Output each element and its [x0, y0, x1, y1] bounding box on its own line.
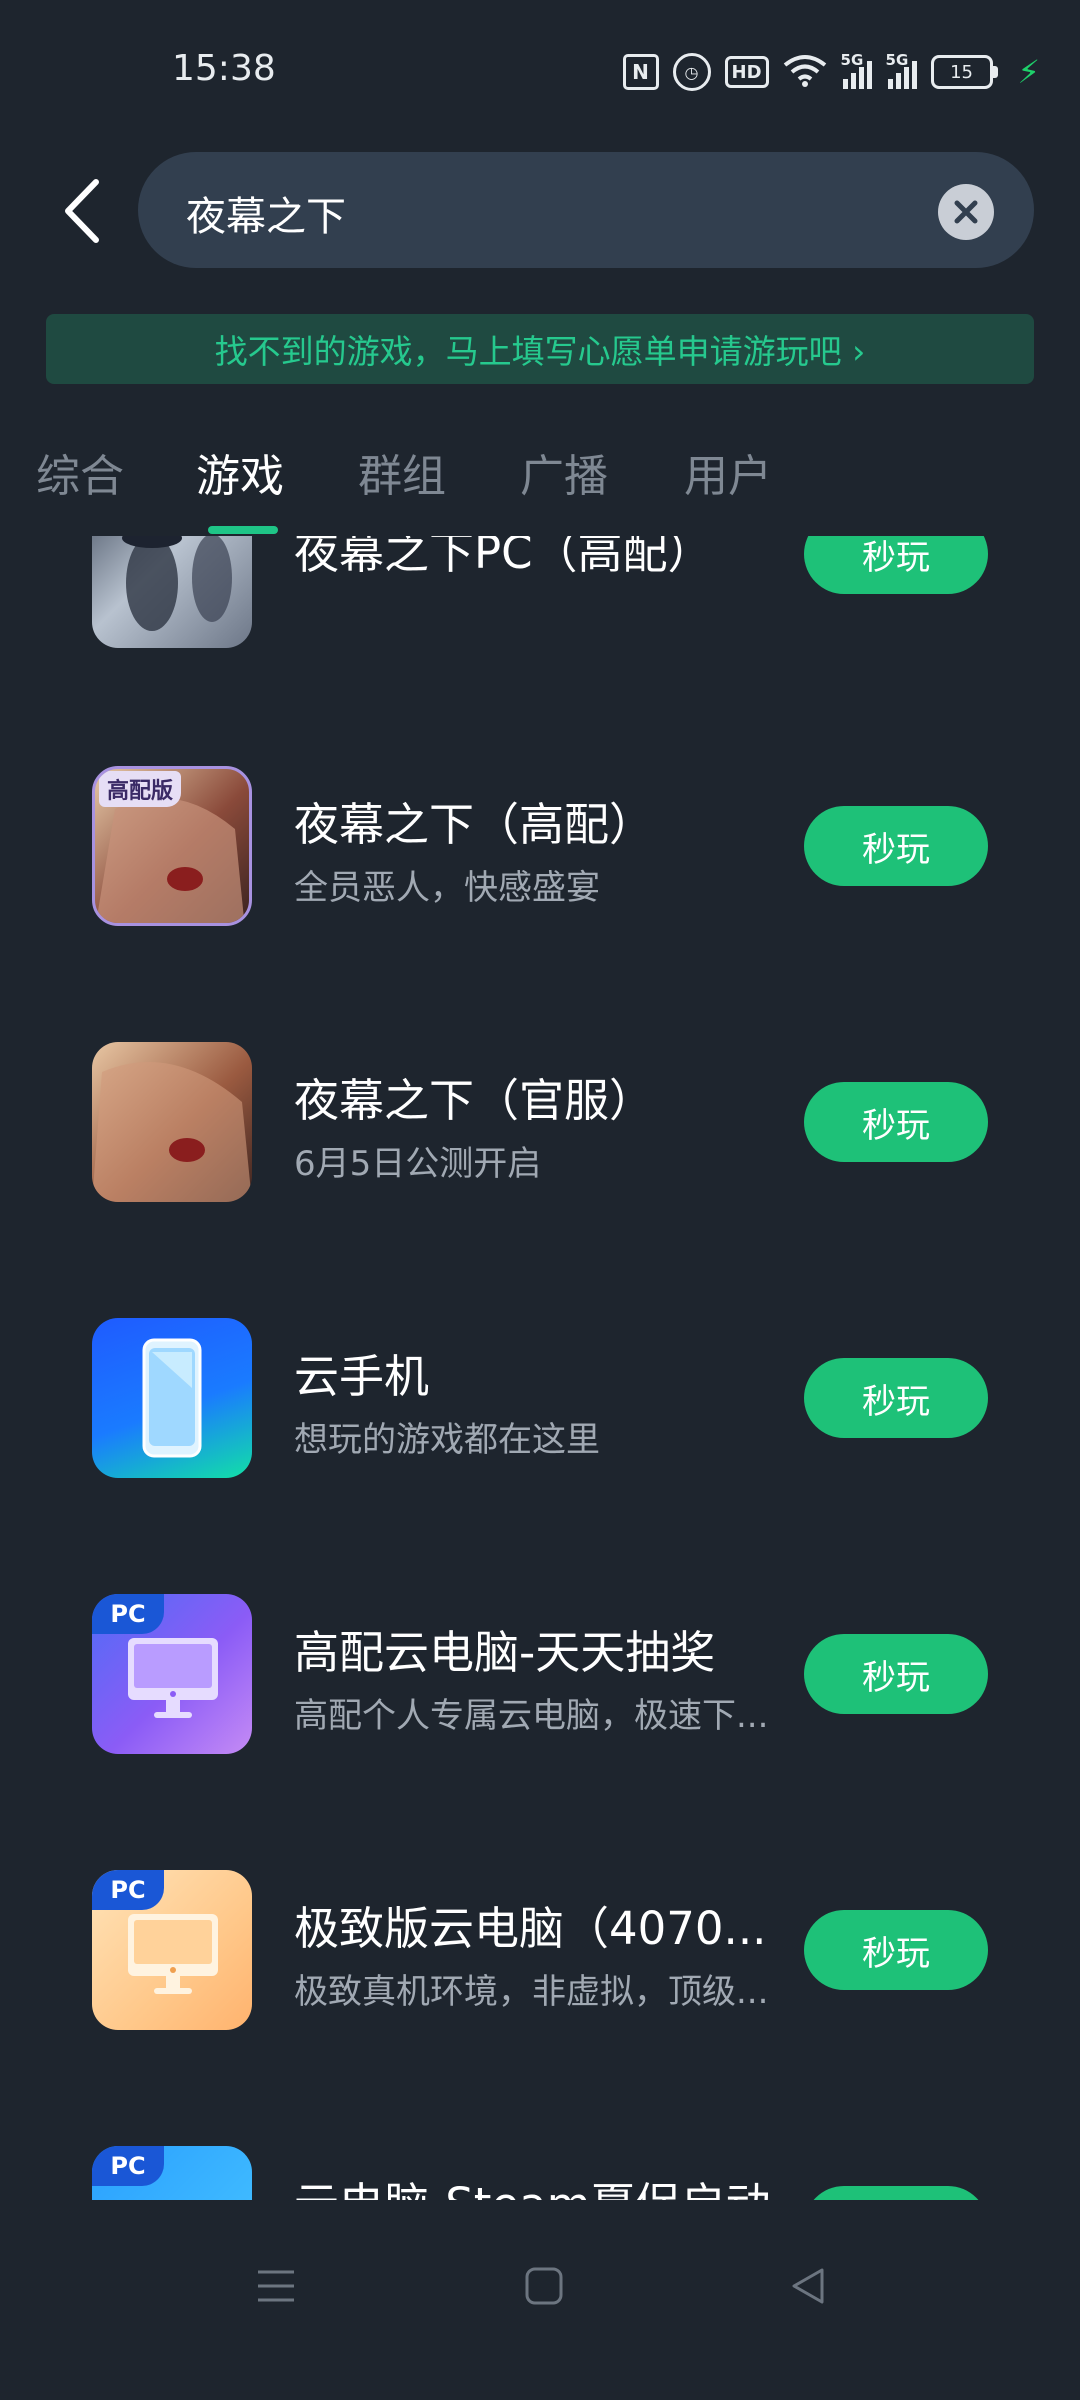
close-icon: [954, 200, 978, 224]
clear-search-button[interactable]: [938, 184, 994, 240]
play-button[interactable]: 秒玩: [804, 806, 988, 886]
tab-users[interactable]: 用户: [684, 440, 772, 504]
app-title: 高配云电脑-天天抽奖: [294, 1626, 716, 1679]
app-title: 云手机: [294, 1350, 430, 1403]
active-tab-indicator: [208, 526, 278, 534]
network-type-label: 5G: [840, 51, 864, 69]
home-icon[interactable]: [524, 2266, 564, 2306]
status-time: 15:38: [172, 48, 276, 89]
search-query[interactable]: 夜幕之下: [186, 184, 346, 242]
list-item[interactable]: PC 高配云电脑-天天抽奖 高配个人专属云电脑，极速下... 秒玩: [0, 1594, 1080, 1870]
play-button[interactable]: 秒玩: [804, 1910, 988, 1990]
game-title: 夜幕之下（官服）: [294, 1074, 655, 1127]
signal-icon: 5G: [841, 51, 872, 89]
game-icon: [92, 1042, 252, 1202]
game-title: 夜幕之下PC（高配）: [294, 536, 713, 579]
play-button[interactable]: 秒玩: [804, 1358, 988, 1438]
app-subtitle: 高配个人专属云电脑，极速下...: [294, 1696, 769, 1736]
status-icons: N ◷ HD 5G 5G 15 ⚡: [622, 50, 1040, 94]
wifi-icon: [783, 53, 827, 91]
app-subtitle: 极致真机环境，非虚拟，顶级...: [294, 1972, 769, 2012]
signal-icon: 5G: [886, 51, 917, 89]
tab-games[interactable]: 游戏: [196, 440, 284, 504]
game-title: 夜幕之下（高配）: [294, 798, 655, 851]
list-item[interactable]: 夜幕之下PC（高配） 秒玩: [0, 536, 1080, 784]
tab-general[interactable]: 综合: [36, 440, 124, 504]
list-item[interactable]: 高配版 夜幕之下（高配） 全员恶人，快感盛宴 秒玩: [0, 766, 1080, 1042]
cloud-pc-icon: PC: [92, 1870, 252, 2030]
nfc-icon: N: [622, 54, 659, 90]
app-subtitle: 想玩的游戏都在这里: [294, 1420, 600, 1460]
pc-badge: PC: [92, 1594, 164, 1634]
list-item[interactable]: 云手机 想玩的游戏都在这里 秒玩: [0, 1318, 1080, 1594]
cloud-pc-icon: PC: [92, 2146, 252, 2200]
back-arrow-icon: [65, 179, 99, 243]
play-button[interactable]: 秒玩: [804, 2186, 988, 2200]
app-title: 极致版云电脑（4070...: [294, 1902, 767, 1955]
play-button[interactable]: 秒玩: [804, 1082, 988, 1162]
charging-icon: ⚡: [1017, 53, 1040, 91]
system-nav-bar: [0, 2200, 1080, 2400]
game-icon: 高配版: [92, 766, 252, 926]
high-config-badge: 高配版: [99, 771, 182, 807]
game-subtitle: 全员恶人，快感盛宴: [294, 868, 600, 908]
network-type-label: 5G: [885, 51, 909, 69]
back-button[interactable]: [58, 176, 110, 246]
hd-icon: HD: [724, 56, 769, 88]
list-item[interactable]: PC 云电脑-Steam夏促启动 秒玩: [0, 2146, 1080, 2200]
search-input[interactable]: 夜幕之下: [138, 152, 1034, 268]
pc-badge: PC: [92, 2146, 164, 2186]
tab-broadcasts[interactable]: 广播: [520, 440, 608, 504]
tab-groups[interactable]: 群组: [358, 440, 446, 504]
battery-level: 15: [930, 55, 993, 89]
battery-icon: 15: [930, 55, 998, 89]
results-list[interactable]: 夜幕之下PC（高配） 秒玩 高配版 夜幕之下（高配） 全员恶人，快感盛宴 秒玩 …: [0, 536, 1080, 2200]
list-item[interactable]: 夜幕之下（官服） 6月5日公测开启 秒玩: [0, 1042, 1080, 1318]
wishlist-banner[interactable]: 找不到的游戏，马上填写心愿单申请游玩吧 ›: [46, 314, 1034, 384]
status-bar: 15:38 N ◷ HD 5G 5G 15 ⚡: [0, 0, 1080, 140]
alarm-icon: ◷: [672, 53, 711, 91]
pc-badge: PC: [92, 1870, 164, 1910]
cloud-phone-icon: [92, 1318, 252, 1478]
category-tabs: 综合 游戏 群组 广播 用户: [0, 430, 1080, 530]
play-button[interactable]: 秒玩: [804, 536, 988, 594]
list-item[interactable]: PC 极致版云电脑（4070... 极致真机环境，非虚拟，顶级... 秒玩: [0, 1870, 1080, 2146]
cloud-pc-icon: PC: [92, 1594, 252, 1754]
play-button[interactable]: 秒玩: [804, 1634, 988, 1714]
app-title: 云电脑-Steam夏促启动: [294, 2168, 771, 2200]
game-icon: [92, 536, 252, 648]
back-nav-icon[interactable]: [788, 2266, 828, 2306]
game-subtitle: 6月5日公测开启: [294, 1144, 542, 1184]
menu-icon[interactable]: [256, 2266, 296, 2306]
